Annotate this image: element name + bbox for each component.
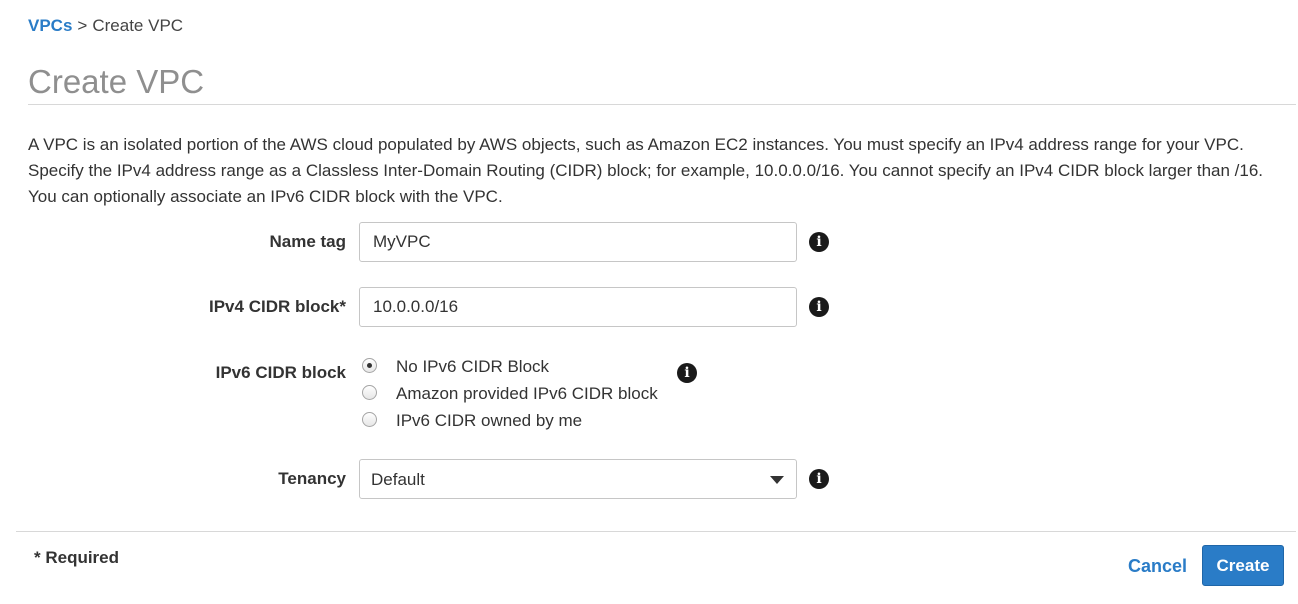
radio-no-ipv6-label: No IPv6 CIDR Block: [396, 357, 550, 376]
ipv6-cidr-info-icon[interactable]: i: [677, 363, 697, 383]
page-title: Create VPC: [28, 63, 205, 100]
tenancy-info-icon[interactable]: i: [809, 469, 829, 489]
radio-owned-ipv6-label: IPv6 CIDR owned by me: [396, 411, 583, 430]
ipv6-cidr-label: IPv6 CIDR block: [215, 363, 346, 382]
title-divider: [28, 104, 1296, 105]
radio-no-ipv6[interactable]: No IPv6 CIDR Block: [362, 356, 549, 378]
tenancy-label: Tenancy: [278, 469, 346, 488]
create-vpc-page: VPCs > Create VPC Create VPC A VPC is an i…: [0, 0, 1298, 604]
footer-divider: [16, 531, 1296, 532]
radio-button[interactable]: [362, 384, 377, 400]
tenancy-selected-value: Default: [371, 470, 425, 489]
breadcrumb-current: Create VPC: [92, 16, 184, 35]
ipv4-cidr-label: IPv4 CIDR block*: [209, 297, 346, 316]
name-tag-label: Name tag: [269, 232, 346, 251]
radio-amazon-ipv6[interactable]: Amazon provided IPv6 CIDR block: [362, 383, 658, 405]
name-tag-info-icon[interactable]: i: [809, 232, 829, 252]
cancel-button[interactable]: Cancel: [1128, 555, 1187, 577]
radio-amazon-ipv6-label: Amazon provided IPv6 CIDR block: [396, 384, 658, 403]
radio-button[interactable]: [362, 411, 377, 427]
radio-button-selected[interactable]: [362, 357, 377, 373]
ipv4-cidr-info-icon[interactable]: i: [809, 297, 829, 317]
tenancy-select[interactable]: Default: [359, 459, 797, 499]
create-button[interactable]: Create: [1202, 545, 1284, 586]
name-tag-input[interactable]: [359, 222, 797, 262]
required-note: * Required: [34, 548, 120, 567]
ipv4-cidr-input[interactable]: [359, 287, 797, 327]
radio-owned-ipv6[interactable]: IPv6 CIDR owned by me: [362, 410, 582, 432]
chevron-down-icon: [770, 476, 784, 484]
breadcrumb-vpcs-link[interactable]: VPCs: [28, 16, 72, 35]
breadcrumb-separator: >: [77, 16, 88, 35]
page-description: A VPC is an isolated portion of the AWS …: [28, 135, 1264, 206]
breadcrumb: VPCs > Create VPC: [28, 15, 183, 37]
